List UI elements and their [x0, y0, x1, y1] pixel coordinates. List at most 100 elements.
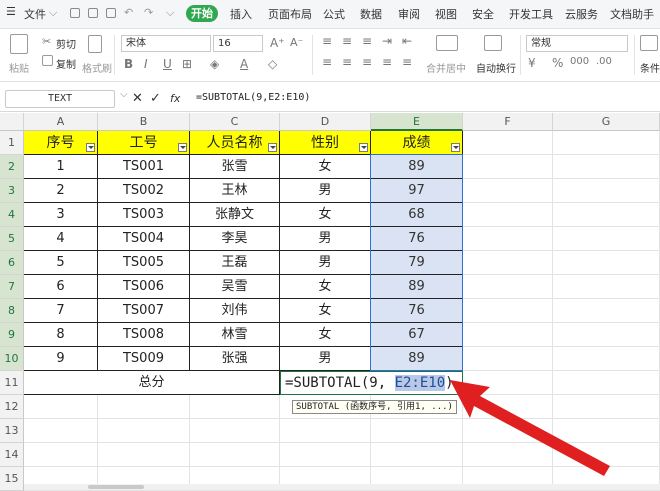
table-cell[interactable]: 张静文: [190, 203, 280, 227]
tab-view[interactable]: 视图: [435, 6, 457, 22]
tab-security[interactable]: 安全: [472, 6, 494, 22]
align-top-icon[interactable]: ≡: [322, 34, 332, 48]
row-header-7[interactable]: 7: [0, 275, 24, 299]
table-cell[interactable]: 女: [280, 155, 371, 179]
cell[interactable]: [98, 419, 190, 443]
indent-icon[interactable]: ⇥: [382, 34, 392, 48]
cancel-icon[interactable]: ✕: [132, 91, 143, 106]
table-cell[interactable]: 李昊: [190, 227, 280, 251]
table-cell[interactable]: 男: [280, 251, 371, 275]
table-cell[interactable]: 89: [371, 155, 463, 179]
table-cell[interactable]: TS008: [98, 323, 190, 347]
table-cell[interactable]: 张强: [190, 347, 280, 371]
cell[interactable]: [463, 323, 553, 347]
table-cell[interactable]: 8: [24, 323, 98, 347]
filter-dropdown-icon[interactable]: [86, 143, 95, 152]
table-cell[interactable]: 女: [280, 323, 371, 347]
column-header-c[interactable]: C: [190, 113, 280, 131]
table-cell[interactable]: 男: [280, 179, 371, 203]
table-cell[interactable]: 王磊: [190, 251, 280, 275]
row-header-11[interactable]: 11: [0, 371, 24, 395]
name-box-chevron-icon[interactable]: ⌵: [120, 89, 128, 100]
font-size-select[interactable]: 16: [213, 35, 263, 52]
undo-icon[interactable]: ↶: [124, 6, 133, 19]
table-cell[interactable]: TS005: [98, 251, 190, 275]
cell[interactable]: [553, 299, 660, 323]
font-name-select[interactable]: 宋体: [121, 35, 211, 52]
underline-icon[interactable]: U: [163, 57, 172, 71]
tab-cloud[interactable]: 云服务: [565, 6, 598, 22]
outdent-icon[interactable]: ⇤: [402, 34, 412, 48]
row-header-3[interactable]: 3: [0, 179, 24, 203]
font-color-icon[interactable]: A: [240, 57, 248, 71]
align-right-icon[interactable]: ≡: [362, 55, 372, 69]
column-header-d[interactable]: D: [280, 113, 371, 131]
cell[interactable]: [98, 443, 190, 467]
redo-icon[interactable]: ↷: [144, 6, 153, 19]
print-preview-icon[interactable]: [106, 8, 116, 18]
filter-dropdown-icon[interactable]: [178, 143, 187, 152]
cell[interactable]: [463, 179, 553, 203]
cell[interactable]: [553, 131, 660, 155]
align-center-icon[interactable]: ≡: [342, 55, 352, 69]
row-header-9[interactable]: 9: [0, 323, 24, 347]
column-header-a[interactable]: A: [24, 113, 98, 131]
conditional-format-icon[interactable]: [640, 35, 658, 51]
total-label-cell[interactable]: 总分: [24, 371, 280, 395]
border-icon[interactable]: ⊞: [182, 57, 192, 71]
cell[interactable]: [553, 323, 660, 347]
cell[interactable]: [280, 419, 371, 443]
cell[interactable]: [463, 275, 553, 299]
filter-dropdown-icon[interactable]: [451, 143, 460, 152]
wrap-text-icon[interactable]: [484, 35, 502, 51]
table-cell[interactable]: 3: [24, 203, 98, 227]
cut-button[interactable]: 剪切: [56, 36, 76, 51]
table-cell[interactable]: TS002: [98, 179, 190, 203]
tab-data[interactable]: 数据: [360, 6, 382, 22]
merge-center-button[interactable]: 合并居中: [426, 60, 466, 75]
table-cell[interactable]: 刘伟: [190, 299, 280, 323]
format-painter-button[interactable]: 格式刷: [82, 60, 112, 75]
table-header-cell[interactable]: 性别: [280, 131, 371, 155]
currency-icon[interactable]: ¥: [528, 56, 536, 70]
table-cell[interactable]: 女: [280, 275, 371, 299]
file-menu-icon[interactable]: ☰: [6, 5, 16, 18]
cell[interactable]: [280, 443, 371, 467]
bold-icon[interactable]: B: [124, 57, 133, 71]
file-menu-chevron-icon[interactable]: ⌵: [49, 6, 57, 20]
align-middle-icon[interactable]: ≡: [342, 34, 352, 48]
table-cell[interactable]: 79: [371, 251, 463, 275]
format-painter-icon[interactable]: [88, 35, 102, 53]
row-header-5[interactable]: 5: [0, 227, 24, 251]
table-cell[interactable]: 89: [371, 347, 463, 371]
confirm-icon[interactable]: ✓: [150, 91, 161, 106]
formula-edit-cell[interactable]: =SUBTOTAL(9, E2:E10): [280, 371, 463, 395]
table-cell[interactable]: TS009: [98, 347, 190, 371]
cut-icon[interactable]: ✂: [42, 35, 51, 48]
table-cell[interactable]: 76: [371, 299, 463, 323]
cell[interactable]: [463, 251, 553, 275]
cell[interactable]: [24, 419, 98, 443]
conditional-format-button[interactable]: 条件: [640, 60, 660, 75]
align-left-icon[interactable]: ≡: [322, 55, 332, 69]
column-header-g[interactable]: G: [553, 113, 660, 131]
cell[interactable]: [553, 179, 660, 203]
table-cell[interactable]: 68: [371, 203, 463, 227]
table-cell[interactable]: TS004: [98, 227, 190, 251]
cell[interactable]: [553, 155, 660, 179]
clear-format-icon[interactable]: ◇: [268, 57, 277, 71]
table-cell[interactable]: 男: [280, 227, 371, 251]
select-all-corner[interactable]: [0, 113, 24, 131]
table-cell[interactable]: 67: [371, 323, 463, 347]
copy-button[interactable]: 复制: [56, 56, 76, 71]
grow-font-icon[interactable]: A⁺: [270, 36, 285, 50]
percent-icon[interactable]: %: [552, 56, 563, 70]
paste-icon[interactable]: [10, 34, 28, 54]
table-cell[interactable]: 男: [280, 347, 371, 371]
cell[interactable]: [553, 251, 660, 275]
row-header-8[interactable]: 8: [0, 299, 24, 323]
align-bottom-icon[interactable]: ≡: [362, 34, 372, 48]
table-cell[interactable]: 89: [371, 275, 463, 299]
table-cell[interactable]: 7: [24, 299, 98, 323]
cell[interactable]: [553, 347, 660, 371]
